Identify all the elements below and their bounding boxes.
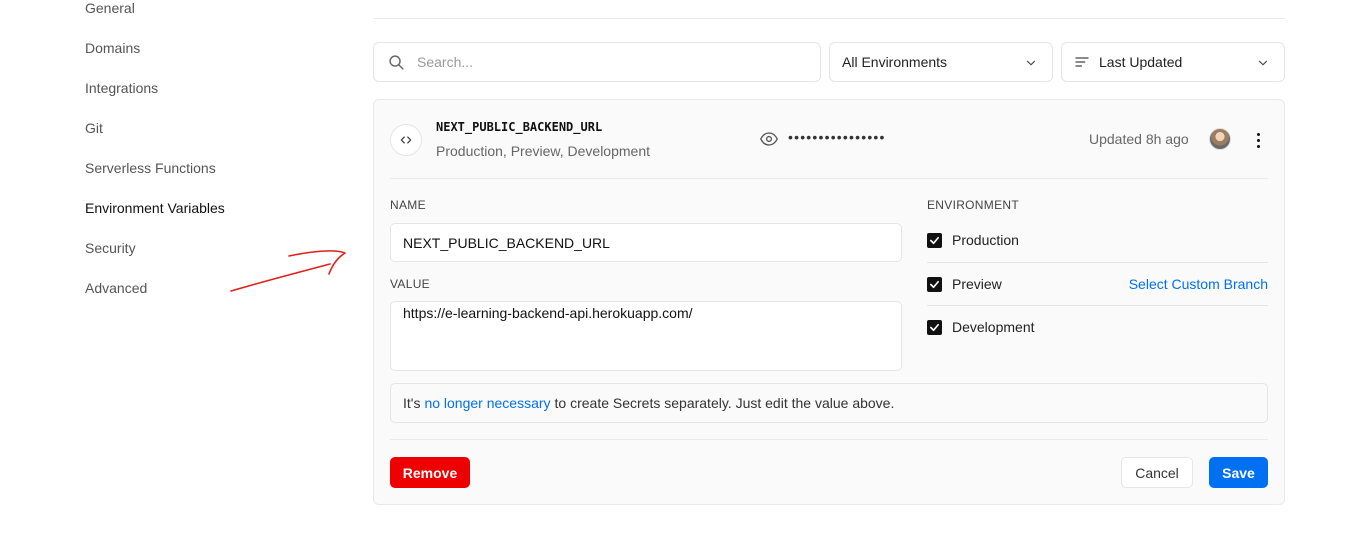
sort-select[interactable]: Last Updated	[1061, 42, 1285, 82]
footer-divider	[390, 439, 1268, 440]
sidebar-item-environment-variables[interactable]: Environment Variables	[85, 200, 225, 216]
more-vertical-icon[interactable]	[1248, 130, 1268, 150]
checkbox-preview[interactable]	[927, 276, 942, 292]
sidebar-item-security[interactable]: Security	[85, 240, 136, 256]
name-input[interactable]: NEXT_PUBLIC_BACKEND_URL	[390, 223, 902, 262]
cancel-button[interactable]: Cancel	[1121, 457, 1193, 488]
search-icon	[389, 54, 404, 70]
environment-filter-value: All Environments	[842, 54, 948, 70]
search-input[interactable]	[417, 54, 797, 70]
env-option-label: Production	[952, 232, 1019, 248]
sort-lines-icon	[1075, 57, 1089, 67]
checkbox-development[interactable]	[927, 319, 942, 335]
sidebar-item-domains[interactable]: Domains	[85, 40, 140, 56]
env-option-label: Preview	[952, 276, 1002, 292]
environment-filter-select[interactable]: All Environments	[829, 42, 1053, 82]
variable-name: NEXT_PUBLIC_BACKEND_URL	[436, 120, 603, 134]
remove-button[interactable]: Remove	[390, 457, 470, 488]
no-longer-necessary-link[interactable]: no longer necessary	[424, 395, 550, 411]
checkbox-production[interactable]	[927, 232, 942, 248]
env-variable-card: NEXT_PUBLIC_BACKEND_URL Production, Prev…	[373, 99, 1285, 505]
select-custom-branch-link[interactable]: Select Custom Branch	[1129, 276, 1268, 292]
notice-prefix: It's	[403, 395, 421, 411]
name-label: NAME	[390, 198, 426, 212]
updated-timestamp: Updated 8h ago	[1089, 131, 1189, 147]
chevron-down-icon	[1026, 60, 1036, 66]
env-option-production[interactable]: Production	[927, 219, 1268, 261]
search-box[interactable]	[373, 42, 821, 82]
avatar	[1209, 128, 1231, 150]
secrets-notice: It's no longer necessary to create Secre…	[390, 383, 1268, 423]
card-divider	[390, 178, 1268, 179]
environment-label: ENVIRONMENT	[927, 198, 1019, 212]
env-option-development[interactable]: Development	[927, 306, 1268, 348]
code-brackets-icon	[390, 124, 422, 156]
sidebar-item-general[interactable]: General	[85, 0, 135, 16]
save-button[interactable]: Save	[1209, 457, 1268, 488]
annotation-arrow-icon	[230, 250, 346, 292]
checkmark-icon	[930, 323, 939, 331]
sidebar-item-advanced[interactable]: Advanced	[85, 280, 147, 296]
sidebar-item-serverless-functions[interactable]: Serverless Functions	[85, 160, 216, 176]
checkmark-icon	[930, 280, 939, 288]
env-option-label: Development	[952, 319, 1035, 335]
value-label: VALUE	[390, 277, 430, 291]
checkmark-icon	[930, 236, 939, 244]
env-option-preview[interactable]: Preview Select Custom Branch	[927, 263, 1268, 305]
sort-value: Last Updated	[1099, 54, 1183, 70]
top-divider	[373, 18, 1285, 19]
chevron-down-icon	[1258, 60, 1268, 66]
sidebar-item-git[interactable]: Git	[85, 120, 103, 136]
variable-environments: Production, Preview, Development	[436, 143, 650, 159]
notice-suffix: to create Secrets separately. Just edit …	[554, 395, 895, 411]
masked-value: ••••••••••••••••	[788, 129, 886, 145]
sidebar-item-integrations[interactable]: Integrations	[85, 80, 158, 96]
value-textarea[interactable]: https://e-learning-backend-api.herokuapp…	[390, 301, 902, 371]
eye-icon[interactable]	[760, 132, 778, 146]
